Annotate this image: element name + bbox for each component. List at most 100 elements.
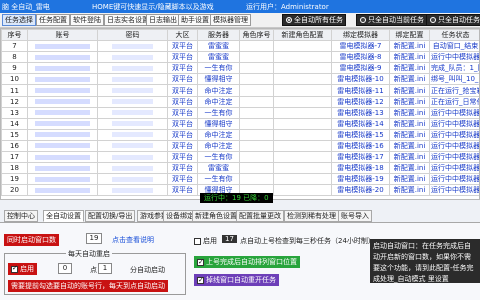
assistant-settings-button[interactable]: 助手设置 bbox=[178, 14, 212, 26]
hour-input[interactable]: 0 bbox=[58, 263, 72, 274]
table-cell bbox=[97, 84, 168, 97]
table-cell bbox=[27, 162, 98, 175]
table-cell bbox=[27, 106, 98, 119]
table-cell: 完成_队员：1_队_0_5 bbox=[429, 62, 479, 75]
table-cell: 双平台 bbox=[167, 151, 198, 164]
column-header[interactable]: 账号 bbox=[27, 29, 98, 42]
table-cell bbox=[27, 128, 98, 141]
table-row[interactable]: 15 双平台命中注定 雷电模拟器-15新配置.ini运行中中模拟器数量达 bbox=[1, 128, 479, 141]
interval-input[interactable]: 17 bbox=[222, 235, 237, 243]
task-config-button[interactable]: 任务配置 bbox=[36, 14, 70, 26]
table-row[interactable]: 10 双平台懂得相守 雷电模拟器-10新配置.ini绑号_叫叫_10_10 bbox=[1, 73, 479, 86]
table-cell: 运行中中模拟器数量达 bbox=[429, 106, 480, 119]
tab-config-switch[interactable]: 配置切换/导出 bbox=[85, 210, 136, 222]
table-cell bbox=[239, 173, 274, 186]
redacted-value bbox=[35, 121, 90, 127]
column-header[interactable]: 服务器 bbox=[197, 29, 240, 42]
tab-rare-detect[interactable]: 检测到稀有处理 bbox=[284, 210, 339, 222]
table-cell: 10 bbox=[1, 73, 28, 86]
daily-restart-note: 需要提前勾选要自动的账号行，每天到点自动启动 bbox=[8, 280, 168, 292]
tab-auto-settings[interactable]: 全自动设置 bbox=[43, 210, 84, 222]
column-header[interactable]: 角色序号 bbox=[239, 29, 274, 42]
auto-arrange-windows-option[interactable]: 上号完成后自动排列窗口位置 bbox=[194, 256, 300, 268]
radio-auto-all[interactable]: 全自动所有任务 bbox=[282, 14, 346, 26]
table-row[interactable]: 16 双平台命中注定 雷电模拟器-16新配置.ini运行中中模拟器数量达 bbox=[1, 139, 479, 153]
table-row[interactable]: 12 双平台命中注定 雷电模拟器-12新配置.ini正在运行_日常任务 bbox=[1, 95, 479, 108]
table-cell: 双平台 bbox=[167, 184, 198, 197]
redacted-value bbox=[35, 154, 90, 160]
log-output-button[interactable]: 日志输出 bbox=[146, 14, 180, 26]
column-header[interactable]: 绑定配置 bbox=[389, 29, 430, 42]
radio-selected-icon bbox=[286, 17, 292, 23]
table-cell: 一生有你 bbox=[197, 173, 240, 186]
emulator-manager-button[interactable]: 模拟器管理 bbox=[210, 14, 251, 26]
table-cell: 新配置.ini bbox=[389, 184, 430, 197]
minute-input[interactable]: 1 bbox=[98, 263, 112, 274]
redacted-value bbox=[112, 43, 153, 49]
table-row[interactable]: 19 双平台一生有你 雷电模拟器-19新配置.ini运行中中模拟器数量达 bbox=[1, 173, 480, 186]
daily-enable-checkbox[interactable]: 启用 bbox=[8, 263, 37, 275]
max-window-input[interactable]: 19 bbox=[86, 233, 102, 244]
table-cell bbox=[239, 40, 274, 53]
column-header[interactable]: 序号 bbox=[1, 29, 28, 42]
hour-unit: 点 bbox=[90, 266, 97, 274]
table-cell bbox=[273, 162, 332, 175]
table-cell bbox=[273, 40, 332, 53]
column-header[interactable]: 大区 bbox=[167, 29, 198, 42]
table-cell: 运行中中模拟器数量达 bbox=[429, 173, 480, 186]
redacted-value bbox=[112, 165, 153, 171]
table-row[interactable]: 17 双平台一生有你 雷电模拟器-17新配置.ini运行中中模拟器数量达 bbox=[1, 151, 479, 164]
column-header[interactable]: 任务状态 bbox=[429, 29, 479, 42]
interval-enable-checkbox[interactable]: 启用 bbox=[194, 236, 217, 246]
table-cell: 双平台 bbox=[167, 173, 198, 186]
column-header[interactable]: 绑定模拟器 bbox=[331, 29, 390, 42]
table-cell: 雷电模拟器-14 bbox=[331, 117, 390, 130]
radio-auto-current[interactable]: 只全自动当前任务 bbox=[356, 14, 427, 26]
table-row[interactable]: 14 双平台懂得相守 雷电模拟器-14新配置.ini运行中中模拟器数量达 bbox=[1, 117, 479, 130]
table-cell bbox=[273, 139, 332, 153]
table-cell: 双平台 bbox=[167, 139, 198, 153]
redacted-value bbox=[35, 65, 90, 71]
table-row[interactable]: 11 双平台 命中注定 雷电模拟器-11 新配置.ini 正在运行_抢宝箱 bbox=[1, 84, 479, 97]
redacted-value bbox=[35, 88, 90, 94]
table-cell: 雷蜜蜜 bbox=[197, 40, 240, 53]
column-header[interactable]: 新建角色配置 bbox=[273, 29, 332, 42]
log-name-settings-button[interactable]: 日志实名设置 bbox=[104, 14, 152, 26]
table-cell: 新配置.ini bbox=[389, 62, 430, 75]
tab-account-import[interactable]: 账号导入 bbox=[338, 210, 372, 222]
table-row[interactable]: 8 双平台雷蜜蜜 雷电模拟器-8新配置.ini运行中中模拟器数量达 bbox=[1, 51, 480, 64]
table-cell: 新配置.ini bbox=[389, 139, 430, 153]
help-link[interactable]: 点击查看说明 bbox=[112, 235, 154, 245]
tab-batch-config[interactable]: 配置批量更改 bbox=[236, 210, 284, 222]
redacted-value bbox=[35, 143, 90, 149]
software-login-button[interactable]: 软件登陆 bbox=[70, 14, 104, 26]
table-cell: 雷电模拟器-16 bbox=[331, 139, 390, 153]
table-cell: 雷电模拟器-15 bbox=[331, 128, 390, 141]
max-window-label: 同时启动窗口数 bbox=[4, 234, 59, 246]
table-cell: 运行中中模拟器数量达 bbox=[429, 51, 480, 64]
table-header-row: 序号 账号 密码 大区 服务器 角色序号 新建角色配置 绑定模拟器 绑定配置 任务状态 bbox=[1, 29, 479, 42]
table-cell: 雷蜜蜜 bbox=[197, 51, 240, 64]
table-row[interactable]: 18 双平台雷蜜蜜 雷电模拟器-18新配置.ini运行中中模拟器数量达 bbox=[1, 162, 479, 175]
redacted-value bbox=[112, 76, 153, 82]
table-cell bbox=[239, 106, 274, 119]
column-header[interactable]: 密码 bbox=[97, 29, 168, 42]
table-cell bbox=[273, 184, 332, 197]
table-cell bbox=[97, 151, 168, 164]
table-cell: 13 bbox=[1, 106, 28, 119]
table-row[interactable]: 7 双平台 雷蜜蜜 雷电模拟器-7 新配置.ini 自动窗口_结束 bbox=[1, 40, 479, 53]
table-cell: 9 bbox=[1, 62, 28, 75]
table-row[interactable]: 9 双平台一生有你 雷电模拟器-9新配置.ini完成_队员：1_队_0_5 bbox=[1, 62, 479, 75]
radio-auto-task[interactable]: 只全自动任务任务 bbox=[426, 14, 480, 26]
tab-control-center[interactable]: 控制中心 bbox=[4, 210, 38, 222]
table-cell bbox=[239, 162, 274, 175]
reopen-dropped-window-option[interactable]: 掉线窗口自动重开任务 bbox=[194, 274, 279, 286]
tab-new-role-settings[interactable]: 新建角色设置 bbox=[192, 210, 240, 222]
task-select-button[interactable]: 任务选择 bbox=[2, 14, 36, 26]
daily-restart-title: 每天自动重启 bbox=[66, 249, 112, 259]
table-cell bbox=[97, 73, 168, 86]
table-cell: 新配置.ini bbox=[389, 162, 430, 175]
table-row[interactable]: 13 双平台一生有你 雷电模拟器-13新配置.ini运行中中模拟器数量达 bbox=[1, 106, 480, 119]
table-cell bbox=[97, 162, 168, 175]
table-cell bbox=[27, 40, 98, 53]
